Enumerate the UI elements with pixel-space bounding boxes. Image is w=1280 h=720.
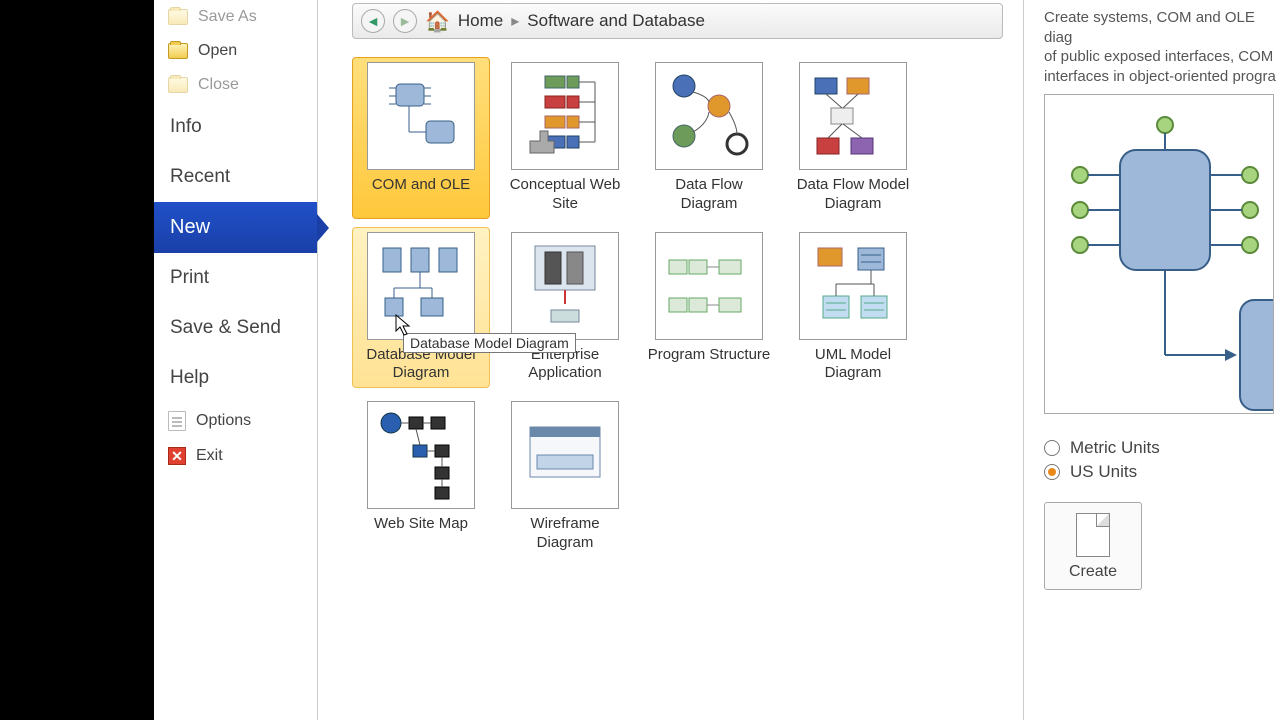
menu-help[interactable]: Help	[154, 353, 317, 403]
template-program-thumb	[655, 232, 763, 340]
template-webmap-thumb	[367, 401, 475, 509]
menu-info[interactable]: Info	[154, 102, 317, 152]
menu-close-label: Close	[198, 76, 239, 94]
menu-exit[interactable]: ✕ Exit	[154, 439, 317, 473]
menu-save-as: Save As	[154, 0, 317, 34]
options-icon	[168, 411, 186, 431]
menu-open[interactable]: Open	[154, 34, 317, 68]
nav-back-button[interactable]: ◄	[361, 9, 385, 33]
breadcrumb: ◄ ► 🏠 Home ▸ Software and Database	[352, 3, 1003, 39]
template-webmap-label: Web Site Map	[374, 515, 468, 534]
template-wireframe[interactable]: Wireframe Diagram	[496, 396, 634, 558]
radio-icon-off	[1044, 440, 1060, 456]
page-icon	[1076, 513, 1110, 557]
menu-print[interactable]: Print	[154, 253, 317, 303]
radio-metric-label: Metric Units	[1070, 438, 1160, 458]
template-program-label: Program Structure	[648, 346, 771, 365]
template-com-ole[interactable]: COM and OLE	[352, 57, 490, 219]
folder-close-icon	[168, 77, 188, 93]
menu-options-label: Options	[196, 412, 251, 430]
nav-forward-button[interactable]: ►	[393, 9, 417, 33]
template-enterprise[interactable]: Enterprise Application	[496, 227, 634, 389]
template-description: Create systems, COM and OLE diag of publ…	[1044, 8, 1280, 86]
template-data-flow[interactable]: Data Flow Diagram	[640, 57, 778, 219]
template-uml-model[interactable]: UML Model Diagram	[784, 227, 922, 389]
breadcrumb-category[interactable]: Software and Database	[527, 11, 705, 31]
template-com-ole-thumb	[367, 62, 475, 170]
menu-exit-label: Exit	[196, 447, 223, 465]
template-uml-label: UML Model Diagram	[789, 346, 917, 384]
folder-open-icon	[168, 43, 188, 59]
template-enterprise-thumb	[511, 232, 619, 340]
menu-help-label: Help	[170, 367, 209, 389]
create-button[interactable]: Create	[1044, 502, 1142, 590]
save-as-icon	[168, 9, 188, 25]
template-conceptual-web[interactable]: Conceptual Web Site	[496, 57, 634, 219]
template-db-model-thumb	[367, 232, 475, 340]
radio-us[interactable]: US Units	[1044, 462, 1280, 482]
exit-icon: ✕	[168, 447, 186, 465]
content-area: ◄ ► 🏠 Home ▸ Software and Database	[318, 0, 1280, 720]
create-label: Create	[1069, 563, 1117, 581]
backstage-sidebar: Save As Open Close Info Recent New Print…	[154, 0, 318, 720]
menu-save-send[interactable]: Save & Send	[154, 303, 317, 353]
menu-options[interactable]: Options	[154, 403, 317, 439]
template-conceptual-label: Conceptual Web Site	[501, 176, 629, 214]
template-gallery: ◄ ► 🏠 Home ▸ Software and Database	[318, 0, 1024, 720]
template-wireframe-thumb	[511, 401, 619, 509]
template-list: COM and OLE Conceptual Web Site	[352, 57, 1003, 558]
menu-save-send-label: Save & Send	[170, 317, 281, 339]
menu-recent-label: Recent	[170, 166, 230, 188]
template-data-flow-thumb	[655, 62, 763, 170]
radio-icon-on	[1044, 464, 1060, 480]
home-icon[interactable]: 🏠	[425, 9, 450, 34]
menu-info-label: Info	[170, 116, 202, 138]
menu-print-label: Print	[170, 267, 209, 289]
template-data-flow-label: Data Flow Diagram	[645, 176, 773, 214]
template-com-ole-label: COM and OLE	[372, 176, 470, 195]
menu-close: Close	[154, 68, 317, 102]
black-margin	[0, 0, 154, 720]
menu-open-label: Open	[198, 42, 237, 60]
template-program-structure[interactable]: Program Structure	[640, 227, 778, 389]
template-dfmodel-label: Data Flow Model Diagram	[789, 176, 917, 214]
breadcrumb-home[interactable]: Home	[458, 11, 503, 31]
menu-recent[interactable]: Recent	[154, 152, 317, 202]
radio-us-label: US Units	[1070, 462, 1137, 482]
template-conceptual-thumb	[511, 62, 619, 170]
template-data-flow-model[interactable]: Data Flow Model Diagram	[784, 57, 922, 219]
tooltip: Database Model Diagram	[403, 333, 576, 353]
template-dfmodel-thumb	[799, 62, 907, 170]
template-web-site-map[interactable]: Web Site Map	[352, 396, 490, 558]
preview-image	[1044, 94, 1274, 414]
template-wireframe-label: Wireframe Diagram	[501, 515, 629, 553]
menu-save-as-label: Save As	[198, 8, 257, 26]
template-uml-thumb	[799, 232, 907, 340]
template-db-model[interactable]: Database Model Diagram Database Model Di…	[352, 227, 490, 389]
menu-new-label: New	[170, 216, 210, 239]
preview-panel: Create systems, COM and OLE diag of publ…	[1024, 0, 1280, 720]
radio-metric[interactable]: Metric Units	[1044, 438, 1280, 458]
menu-new[interactable]: New	[154, 202, 317, 253]
breadcrumb-sep: ▸	[511, 11, 519, 31]
